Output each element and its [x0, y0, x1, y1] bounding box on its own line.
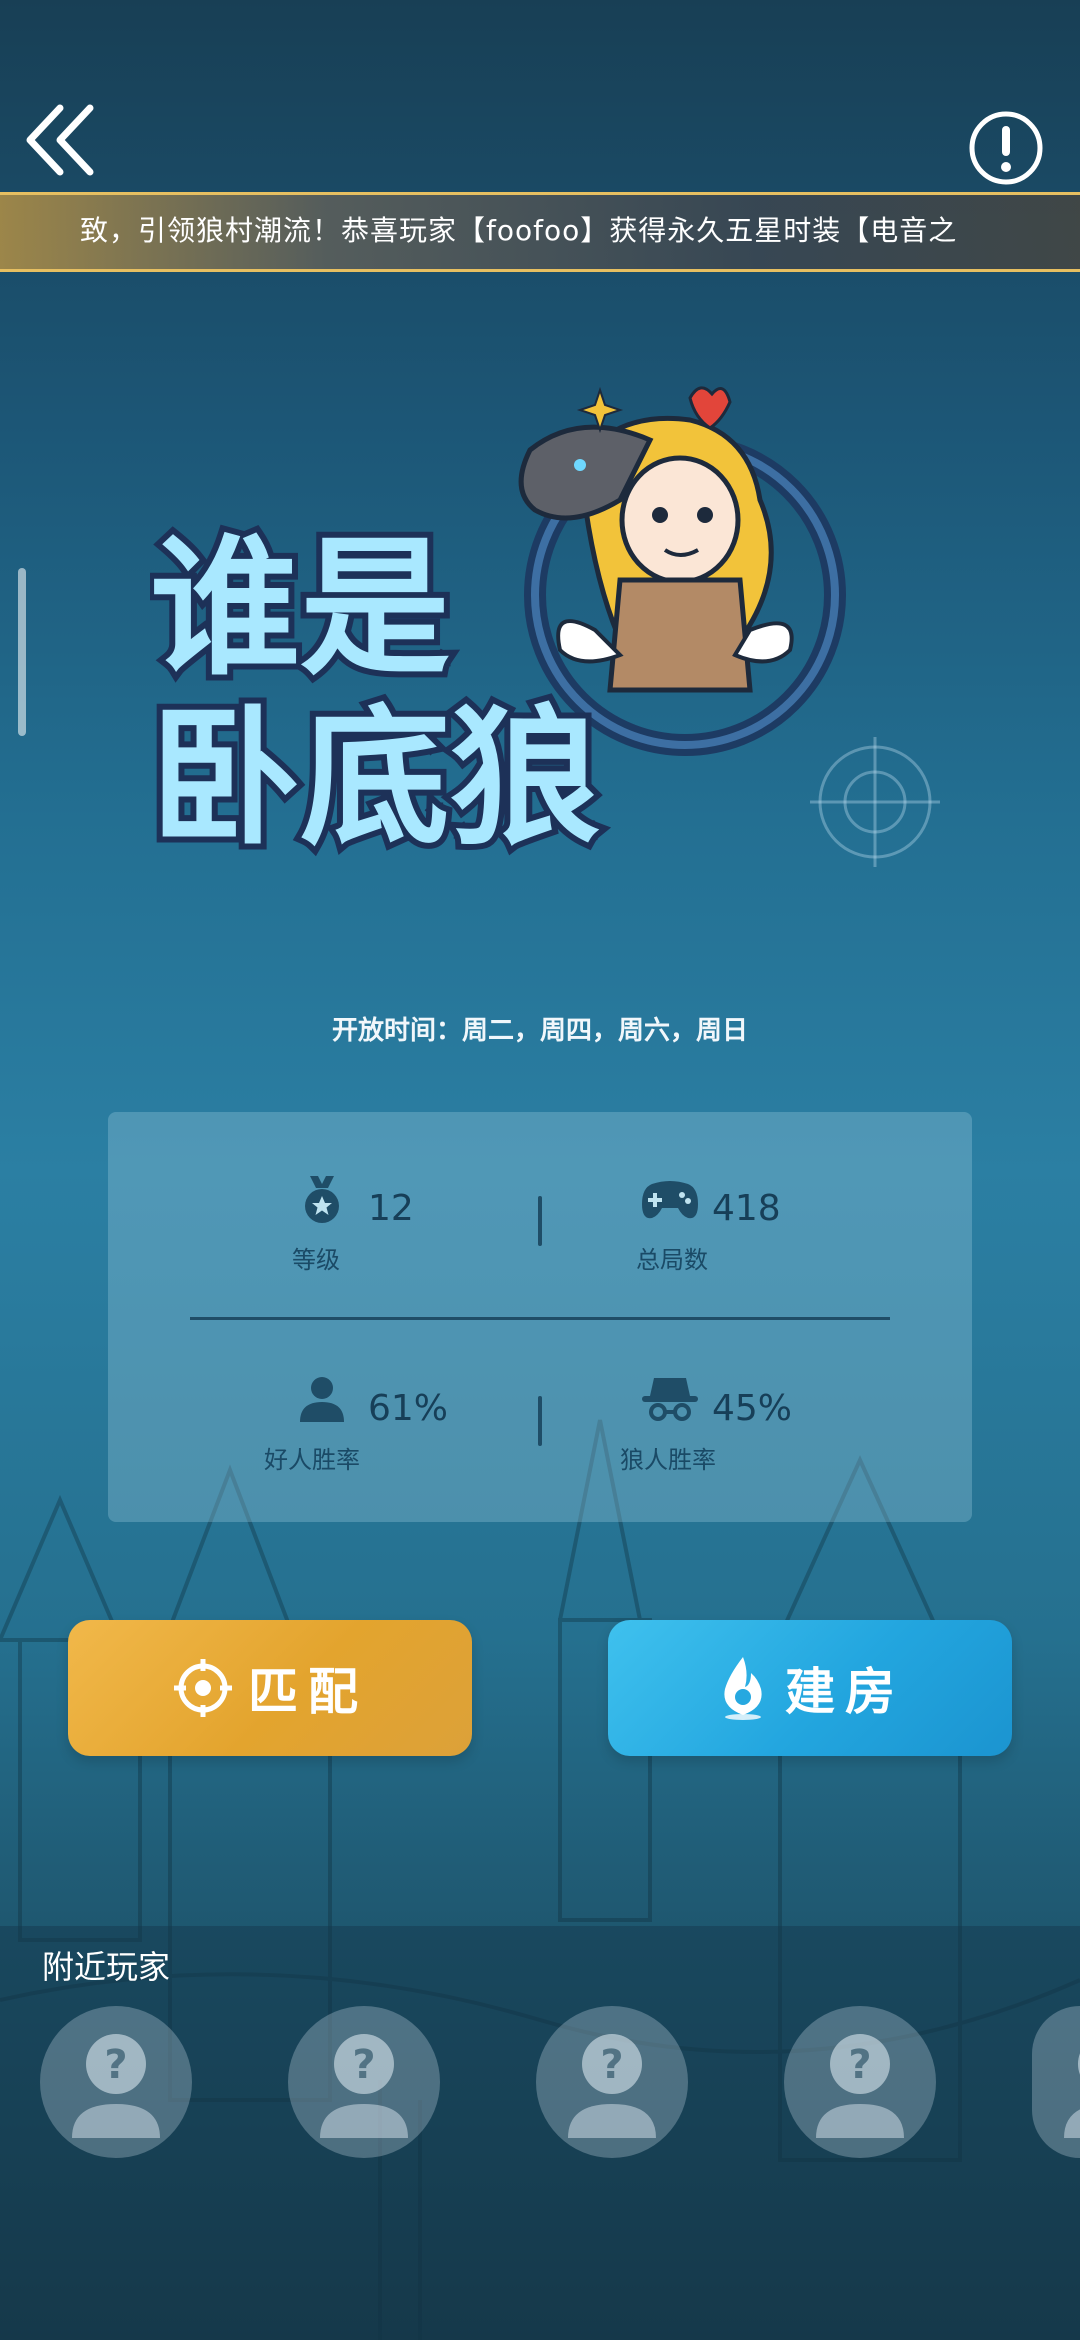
- match-button[interactable]: 匹配: [68, 1620, 472, 1756]
- svg-text:?: ?: [104, 2042, 127, 2088]
- back-button[interactable]: [22, 100, 102, 180]
- player-stats-panel: 12 等级 418 总局数 61% 好人胜率 45% 狼人胜率: [108, 1112, 972, 1522]
- stats-divider-top: [538, 1196, 542, 1246]
- unknown-player-icon: [1064, 2053, 1080, 2138]
- level-value: 12: [368, 1188, 414, 1229]
- spy-hat-icon: [642, 1378, 698, 1421]
- wolf-win-rate-value: 45%: [712, 1388, 793, 1429]
- game-logo: 谁是 卧底狼: [150, 386, 940, 872]
- unknown-player-icon: ?: [568, 2034, 656, 2138]
- match-button-label: 匹配: [248, 1663, 368, 1721]
- total-games-value: 418: [712, 1188, 781, 1229]
- stat-good-win-rate: 61% 好人胜率: [264, 1374, 616, 1494]
- unknown-player-icon: ?: [816, 2034, 904, 2138]
- open-schedule-text: 开放时间：周二，周四，周六，周日: [331, 1016, 748, 1046]
- stats-divider-bottom: [538, 1396, 542, 1446]
- total-games-label: 总局数: [636, 1246, 708, 1274]
- info-button[interactable]: [968, 110, 1044, 186]
- announcement-text: 致，引领狼村潮流！恭喜玩家【foofoo】获得永久五星时装【电音之: [80, 214, 958, 247]
- top-bar: [0, 0, 1080, 190]
- create-room-button-label: 建房: [785, 1663, 905, 1721]
- announcement-ticker: 致，引领狼村潮流！恭喜玩家【foofoo】获得永久五星时装【电音之: [0, 192, 1080, 272]
- svg-text:?: ?: [600, 2042, 623, 2088]
- nearby-player-slot[interactable]: ?: [784, 2006, 936, 2158]
- nearby-player-slot[interactable]: ?: [288, 2006, 440, 2158]
- logo-title-line1: 谁是: [150, 522, 450, 696]
- create-room-button[interactable]: 建房: [608, 1620, 1012, 1756]
- exclamation-circle-icon: [969, 111, 1043, 185]
- stat-wolf-win-rate: 45% 狼人胜率: [620, 1374, 960, 1494]
- good-win-rate-value: 61%: [368, 1388, 449, 1429]
- stat-total-games: 418 总局数: [636, 1174, 960, 1294]
- svg-text:?: ?: [352, 2042, 375, 2088]
- logo-title-line2: 卧底狼: [150, 692, 600, 866]
- wolf-win-rate-label: 狼人胜率: [620, 1446, 716, 1474]
- side-scroll-handle[interactable]: [18, 568, 26, 736]
- target-icon: [174, 1659, 232, 1717]
- nearby-player-slot[interactable]: [1032, 2006, 1080, 2158]
- unknown-player-icon: ?: [72, 2034, 160, 2138]
- medal-icon: [305, 1176, 339, 1223]
- good-win-rate-label: 好人胜率: [264, 1446, 360, 1474]
- level-label: 等级: [292, 1246, 340, 1274]
- stat-level: 12 等级: [292, 1174, 616, 1294]
- unknown-player-icon: ?: [320, 2034, 408, 2138]
- svg-text:?: ?: [848, 2042, 871, 2088]
- person-icon: [300, 1377, 344, 1422]
- double-chevron-left-icon: [26, 104, 94, 176]
- gamepad-icon: [642, 1181, 698, 1219]
- nearby-player-slot[interactable]: ?: [536, 2006, 688, 2158]
- flame-icon: [724, 1657, 762, 1720]
- nearby-players-section: 附近玩家 ? ? ? ?: [0, 1926, 1080, 2340]
- stats-divider-middle: [190, 1317, 890, 1320]
- nearby-player-slot[interactable]: ?: [40, 2006, 192, 2158]
- nearby-players-title: 附近玩家: [42, 1948, 171, 1986]
